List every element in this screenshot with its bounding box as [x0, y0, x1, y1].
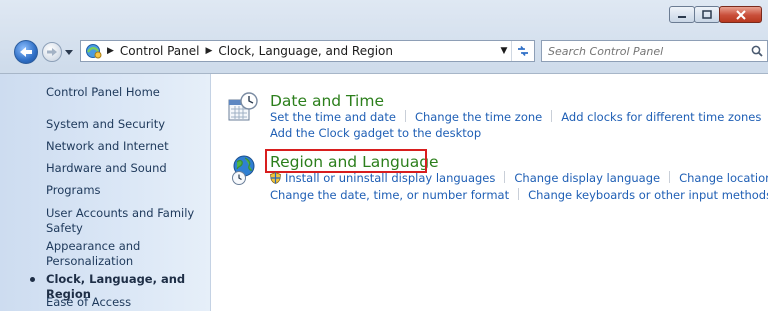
- link-divider: [504, 171, 506, 183]
- link-divider: [551, 110, 553, 122]
- minimize-button[interactable]: [669, 6, 695, 23]
- date-and-time-links-row1: Set the time and date Change the time zon…: [270, 110, 768, 124]
- change-date-time-number-format-link[interactable]: Change the date, time, or number format: [270, 188, 509, 202]
- uac-shield-icon: [270, 172, 281, 184]
- search-box[interactable]: [541, 40, 768, 62]
- maximize-icon: [702, 10, 712, 19]
- sidebar-item-control-panel-home[interactable]: Control Panel Home: [46, 85, 160, 100]
- forward-button[interactable]: [42, 42, 62, 62]
- region-and-language-highlight-box: [265, 149, 427, 173]
- maximize-button[interactable]: [694, 6, 720, 23]
- address-dropdown-button[interactable]: ▼: [497, 46, 511, 56]
- navigation-bar: ▶ Control Panel ▶ Clock, Language, and R…: [0, 38, 768, 66]
- current-item-bullet: [30, 277, 35, 282]
- date-and-time-links-row2: Add the Clock gadget to the desktop: [270, 126, 481, 140]
- add-clocks-link[interactable]: Add clocks for different time zones: [561, 110, 761, 124]
- sidebar-item-programs[interactable]: Programs: [46, 183, 101, 198]
- search-button[interactable]: [747, 45, 767, 57]
- breadcrumb-separator-icon[interactable]: ▶: [206, 46, 213, 56]
- sidebar-item-ease-of-access[interactable]: Ease of Access: [46, 295, 131, 310]
- link-divider: [669, 171, 671, 183]
- back-button[interactable]: [14, 40, 38, 64]
- minimize-icon: [678, 15, 686, 18]
- change-display-language-link[interactable]: Change display language: [514, 171, 660, 185]
- breadcrumb-control-panel[interactable]: Control Panel: [114, 44, 206, 58]
- date-and-time-title[interactable]: Date and Time: [270, 92, 384, 110]
- link-divider: [404, 110, 406, 122]
- refresh-button[interactable]: [511, 41, 534, 61]
- breadcrumb: ▶ Control Panel ▶ Clock, Language, and R…: [81, 43, 497, 59]
- sidebar-item-appearance[interactable]: Appearance and Personalization: [46, 239, 140, 269]
- sidebar: Control Panel Home System and Security N…: [0, 74, 211, 311]
- close-button[interactable]: [719, 6, 762, 23]
- region-and-language-links-row2: Change the date, time, or number format C…: [270, 188, 768, 202]
- search-input[interactable]: [542, 43, 747, 59]
- control-panel-window: ▶ Control Panel ▶ Clock, Language, and R…: [0, 0, 768, 311]
- add-clock-gadget-link[interactable]: Add the Clock gadget to the desktop: [270, 126, 481, 140]
- back-arrow-icon: [20, 47, 32, 57]
- change-location-link[interactable]: Change location: [679, 171, 768, 185]
- change-time-zone-link[interactable]: Change the time zone: [415, 110, 542, 124]
- refresh-icon: [518, 46, 528, 56]
- breadcrumb-clock-language-region[interactable]: Clock, Language, and Region: [212, 44, 399, 58]
- install-display-languages-link[interactable]: Install or uninstall display languages: [285, 171, 495, 185]
- region-and-language-links-row1: Install or uninstall display languages Ch…: [270, 171, 768, 185]
- address-bar[interactable]: ▶ Control Panel ▶ Clock, Language, and R…: [80, 40, 535, 62]
- content-area: Control Panel Home System and Security N…: [0, 73, 768, 311]
- main-panel: Date and Time Set the time and date Chang…: [211, 74, 768, 311]
- sidebar-item-user-accounts[interactable]: User Accounts and Family Safety: [46, 206, 194, 236]
- forward-arrow-icon: [47, 48, 57, 56]
- globe-clock-icon[interactable]: [229, 154, 259, 186]
- sidebar-item-network-and-internet[interactable]: Network and Internet: [46, 139, 169, 154]
- calendar-clock-icon[interactable]: [227, 91, 259, 123]
- change-keyboards-link[interactable]: Change keyboards or other input methods: [528, 188, 768, 202]
- link-divider: [518, 188, 520, 200]
- breadcrumb-separator-icon[interactable]: ▶: [107, 46, 114, 56]
- set-time-and-date-link[interactable]: Set the time and date: [270, 110, 396, 124]
- sidebar-item-hardware-and-sound[interactable]: Hardware and Sound: [46, 161, 167, 176]
- sidebar-item-system-and-security[interactable]: System and Security: [46, 117, 165, 132]
- control-panel-icon: [86, 44, 102, 59]
- search-icon: [751, 45, 763, 57]
- close-icon: [735, 9, 746, 20]
- recent-pages-dropdown[interactable]: [65, 48, 73, 56]
- window-caption-buttons: [669, 6, 762, 23]
